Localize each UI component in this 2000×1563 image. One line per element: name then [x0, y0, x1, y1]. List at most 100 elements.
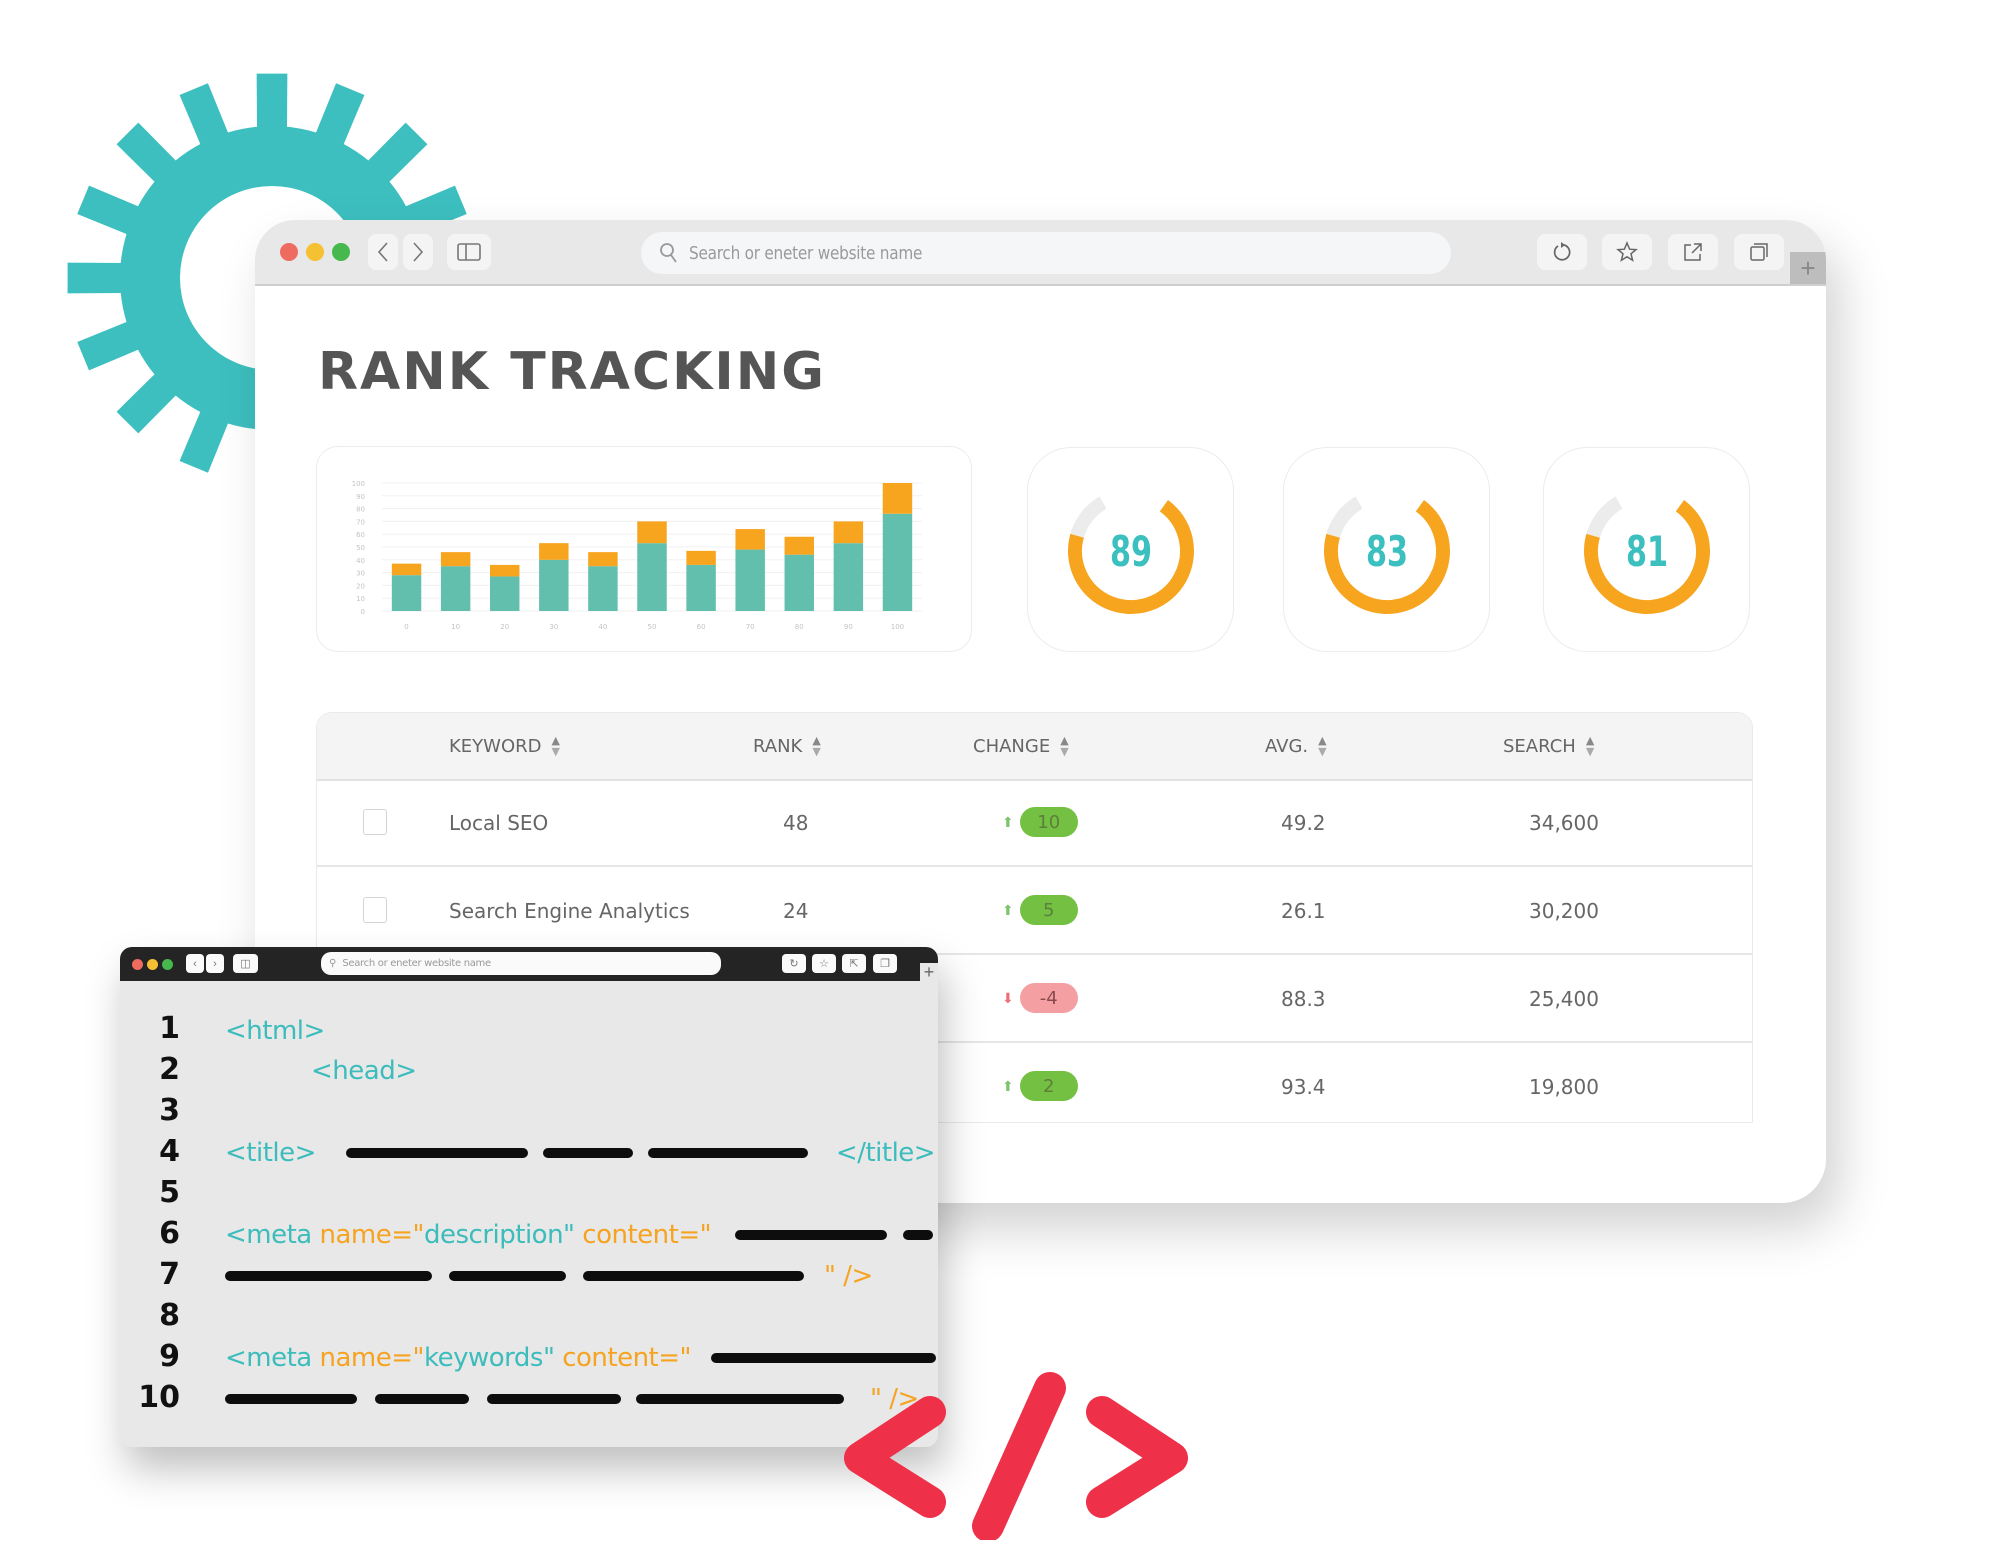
forward-button[interactable] [403, 234, 433, 270]
code-line: <head> [311, 1051, 417, 1091]
sort-icon[interactable]: ▲ ▼ [552, 735, 560, 757]
bar-segment-top [588, 552, 618, 567]
gauge-card: 83 [1283, 447, 1490, 652]
line-number: 3 [159, 1093, 180, 1128]
column-header-keyword[interactable]: KEYWORD ▲ ▼ [449, 735, 560, 757]
close-window-button[interactable] [132, 959, 143, 970]
attr-name: content=" [562, 1343, 691, 1373]
bar-segment-top [391, 563, 422, 576]
tabs-button[interactable]: ❐ [873, 954, 897, 973]
arrow-up-icon: ⬆ [1002, 901, 1014, 918]
bar-segment-base [637, 543, 667, 611]
code-line: <title> </title> [225, 1133, 936, 1173]
x-tick-label: 80 [795, 623, 804, 631]
maximize-window-button[interactable] [332, 243, 350, 261]
bar-segment-base [588, 566, 618, 611]
redacted-text [636, 1394, 844, 1404]
score-gauge: 81 [1584, 496, 1710, 614]
close-window-button[interactable] [280, 243, 298, 261]
redacted-text [449, 1271, 566, 1281]
attr-value: keywords" [424, 1343, 555, 1373]
sidebar-icon: ◫ [240, 958, 251, 970]
maximize-window-button[interactable] [162, 959, 173, 970]
row-checkbox[interactable] [363, 897, 387, 923]
bookmark-button[interactable]: ☆ [812, 954, 836, 973]
html-tag: <html> [225, 1016, 325, 1046]
bar-segment-base [882, 513, 913, 611]
share-button[interactable] [1668, 234, 1718, 270]
minimize-window-button[interactable] [147, 959, 158, 970]
chevron-right-icon [413, 242, 424, 262]
line-number: 5 [159, 1175, 180, 1210]
table-row[interactable]: Local SEO 48 ⬆ 10 49.2 34,600 [317, 779, 1752, 867]
new-tab-button[interactable]: + [1790, 252, 1826, 284]
sidebar-toggle-button[interactable] [447, 234, 491, 270]
gear-tooth [315, 83, 365, 146]
arrow-up-icon: ⬆ [1002, 813, 1014, 830]
bar-segment-top [539, 543, 569, 560]
sort-icon[interactable]: ▲ ▼ [1318, 735, 1326, 757]
bar-segment-base [735, 549, 765, 611]
avg-cell: 88.3 [1281, 987, 1326, 1011]
keyword-cell: Search Engine Analytics [449, 899, 690, 923]
column-label: CHANGE [973, 735, 1051, 757]
sort-icon[interactable]: ▲ ▼ [1060, 735, 1068, 757]
column-label: AVG. [1265, 735, 1309, 757]
line-number: 1 [159, 1011, 180, 1046]
table-row[interactable]: Search Engine Analytics 24 ⬆ 5 26.1 30,2… [317, 867, 1752, 955]
share-icon [1684, 243, 1702, 261]
reload-button[interactable]: ↻ [782, 954, 806, 973]
minimize-window-button[interactable] [306, 243, 324, 261]
address-placeholder: Search or eneter website name [342, 958, 491, 969]
rank-cell: 48 [783, 811, 809, 835]
bar-segment-top [686, 550, 716, 565]
line-number: 10 [138, 1380, 180, 1415]
reload-button[interactable] [1537, 234, 1587, 270]
attr-name: name=" [319, 1220, 425, 1250]
star-icon: ☆ [819, 958, 829, 970]
share-button[interactable]: ⇱ [842, 954, 866, 973]
search-cell: 25,400 [1529, 987, 1599, 1011]
new-tab-button[interactable]: + [920, 963, 938, 981]
rank-cell: 24 [783, 899, 809, 923]
bar-segment-top [735, 529, 765, 550]
code-window-toolbar: ‹ › ◫ ⚲ Search or eneter website name ↻ … [120, 947, 938, 981]
line-number: 9 [159, 1339, 180, 1374]
address-bar[interactable]: Search or eneter website name [641, 232, 1451, 274]
column-label: KEYWORD [449, 735, 542, 757]
column-header-avg[interactable]: AVG. ▲ ▼ [1265, 735, 1327, 757]
row-checkbox[interactable] [363, 809, 387, 835]
sort-icon[interactable]: ▲ ▼ [812, 735, 820, 757]
sort-icon[interactable]: ▲ ▼ [1586, 735, 1594, 757]
tabs-button[interactable] [1734, 234, 1784, 270]
back-button[interactable]: ‹ [186, 954, 204, 973]
score-gauge: 89 [1068, 496, 1194, 614]
attr-name: content=" [582, 1220, 712, 1250]
line-number: 2 [159, 1052, 180, 1087]
gear-tooth [179, 410, 229, 473]
line-number: 7 [159, 1257, 180, 1292]
sidebar-toggle-button[interactable]: ◫ [233, 954, 258, 973]
search-icon: ⚲ [329, 958, 337, 969]
column-header-rank[interactable]: RANK ▲ ▼ [753, 735, 821, 757]
column-header-change[interactable]: CHANGE ▲ ▼ [973, 735, 1069, 757]
x-tick-label: 90 [844, 623, 853, 631]
bookmark-button[interactable] [1602, 234, 1652, 270]
bar-segment-base [833, 543, 864, 611]
bar-segment-top [833, 521, 864, 544]
address-bar[interactable]: ⚲ Search or eneter website name [321, 952, 721, 975]
gear-tooth [77, 185, 140, 235]
back-button[interactable] [368, 234, 398, 270]
y-tick-label: 60 [356, 531, 365, 539]
column-label: RANK [753, 735, 803, 757]
reload-icon [1553, 242, 1571, 261]
search-cell: 30,200 [1529, 899, 1599, 923]
column-header-search[interactable]: SEARCH ▲ ▼ [1503, 735, 1594, 757]
bar-segment-base [440, 566, 471, 611]
y-tick-label: 90 [356, 493, 365, 501]
x-tick-label: 10 [451, 623, 460, 631]
change-cell: ⬆ 5 [1002, 895, 1078, 925]
chevron-left-icon: ‹ [193, 957, 197, 970]
y-tick-label: 20 [356, 582, 365, 590]
forward-button[interactable]: › [206, 954, 224, 973]
